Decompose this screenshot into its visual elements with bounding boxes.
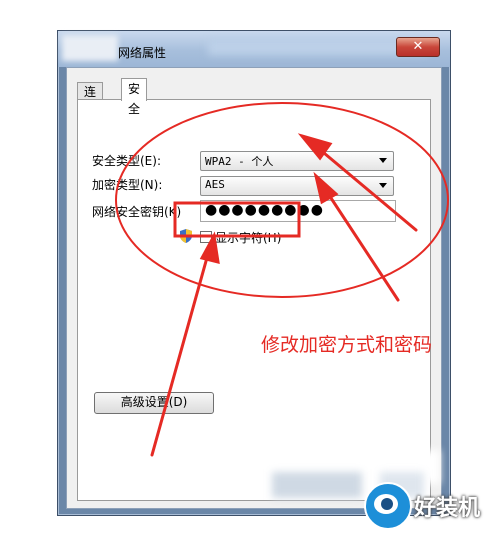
watermark-text: 好装机 [414, 496, 481, 521]
annotation-text: 修改加密方式和密码 [261, 334, 433, 356]
arrow-line [150, 252, 210, 457]
highlight-rect [173, 201, 301, 238]
highlight-ellipse [115, 102, 449, 298]
arrow-line [316, 146, 418, 232]
arrow-head [313, 171, 339, 205]
tab-security[interactable]: 安全 [121, 78, 148, 116]
annotation-overlay [115, 102, 449, 457]
arrow-head [199, 231, 220, 265]
watermark-logo-icon [364, 482, 412, 530]
